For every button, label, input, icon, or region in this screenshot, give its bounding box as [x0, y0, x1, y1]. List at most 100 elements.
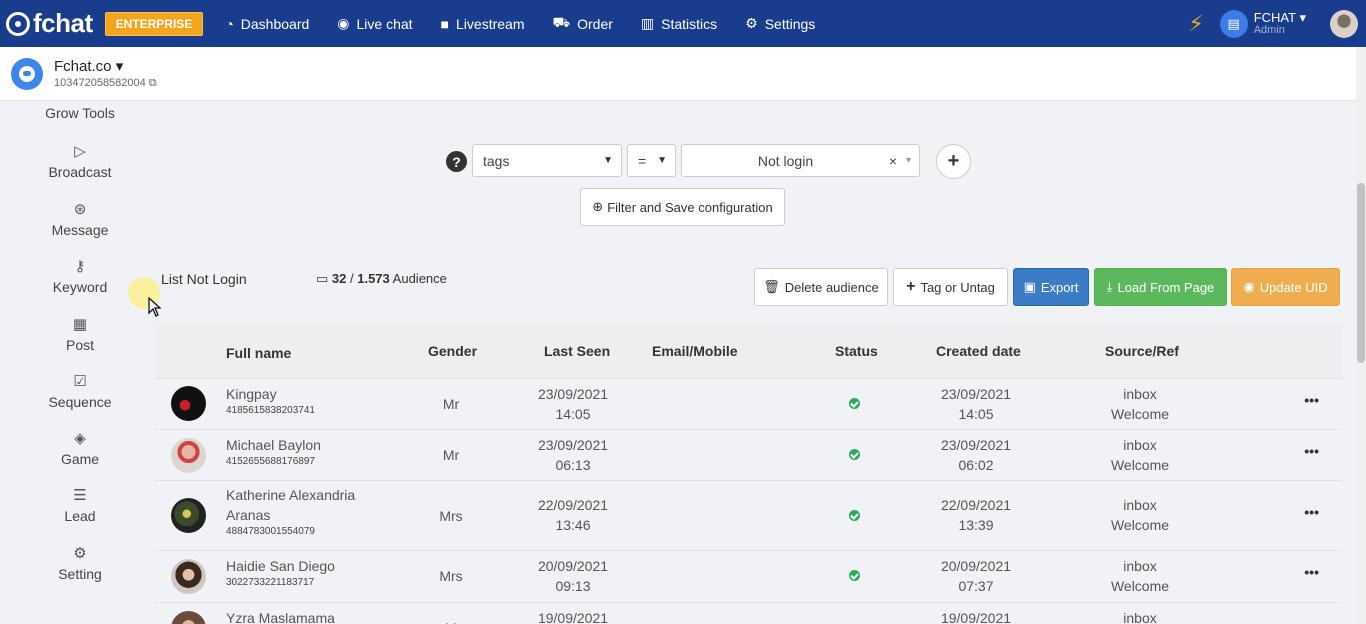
help-icon[interactable]: ? [446, 151, 467, 172]
window-icon: ▭ [316, 271, 329, 286]
col-source[interactable]: Source/Ref [1105, 343, 1179, 359]
fchat-logo[interactable]: fchat [6, 8, 93, 39]
nav-order[interactable]: ⛟ Order [552, 14, 612, 33]
contact-name[interactable]: Yzra Maslamama [226, 610, 335, 624]
list-title: List Not Login [161, 271, 247, 287]
filter-save-button[interactable]: ⊕ Filter and Save configuration [580, 188, 785, 226]
filter-operator-select[interactable]: = ▼ [627, 144, 676, 177]
status-ok-icon [845, 445, 863, 465]
clear-icon[interactable]: × [889, 153, 897, 169]
enterprise-badge: ENTERPRISE [104, 11, 204, 36]
user-store-icon[interactable]: ▤ [1219, 9, 1248, 38]
chat-icon: ◉ [337, 15, 350, 31]
contact-name[interactable]: Haidie San Diego [226, 558, 335, 574]
contact-name[interactable]: Michael Baylon [226, 437, 321, 453]
tag-untag-button[interactable]: + Tag or Untag [893, 268, 1008, 306]
page-id: 103472058582004 ⧉ [54, 76, 157, 89]
sidebar-item-message[interactable]: ⊛ Message [0, 200, 160, 238]
video-icon: ■ [440, 15, 450, 32]
contact-name[interactable]: Katherine Alexandria [226, 485, 355, 505]
copy-icon[interactable]: ⧉ [149, 77, 157, 89]
nav-statistics[interactable]: ▥ Statistics [641, 14, 717, 33]
key-icon: ⚷ [74, 258, 86, 275]
col-fullname[interactable]: Full name [226, 345, 291, 361]
list-icon: ☰ [73, 487, 87, 504]
table-row[interactable]: Yzra Maslamama M 19/09/2021 19/09/2021 i… [155, 602, 1342, 624]
plus-icon: + [906, 278, 916, 295]
last-seen: 23/09/2021 06:13 [537, 437, 609, 473]
created-date: 23/09/2021 06:02 [940, 437, 1012, 473]
scrollbar-thumb[interactable] [1357, 183, 1365, 363]
sidebar-item-lead[interactable]: ☰ Lead [0, 486, 160, 524]
user-avatar[interactable] [1330, 9, 1358, 38]
col-created[interactable]: Created date [936, 343, 1021, 359]
contact-name-cont: Aranas [226, 507, 271, 523]
play-icon: ▷ [74, 143, 86, 160]
table-row[interactable]: Kingpay 4185615838203741 Mr 23/09/2021 14:… [155, 378, 1342, 429]
col-lastseen[interactable]: Last Seen [544, 343, 610, 359]
user-circle-icon: ◉ [1243, 279, 1255, 294]
download-icon: ⤓ [1106, 279, 1113, 294]
row-menu-icon[interactable]: ••• [1304, 443, 1319, 459]
table-header: Full name Gender Last Seen Email/Mobile … [155, 323, 1342, 378]
row-menu-icon[interactable]: ••• [1304, 504, 1319, 520]
sidebar-item-post[interactable]: ▦ Post [0, 315, 160, 353]
filter-field-select[interactable]: tags ▼ [472, 144, 622, 177]
scrollbar[interactable] [1356, 47, 1366, 624]
contact-id: 4152655688176897 [226, 456, 315, 467]
col-email[interactable]: Email/Mobile [652, 343, 738, 359]
load-from-page-button[interactable]: ⤓ Load From Page [1094, 268, 1227, 306]
sidebar-item-broadcast[interactable]: ▷ Broadcast [0, 142, 160, 180]
created-date: 23/09/2021 14:05 [940, 386, 1012, 422]
add-filter-button[interactable]: + [936, 144, 971, 179]
contact-gender: Mrs [439, 508, 463, 524]
gear-icon: ⚙ [745, 15, 758, 31]
nav-settings[interactable]: ⚙ Settings [745, 14, 815, 33]
last-seen: 22/09/2021 13:46 [537, 497, 609, 533]
created-date: 22/09/2021 13:39 [940, 497, 1012, 533]
nav-dashboard[interactable]: ◔ Dashboard [225, 14, 309, 33]
page-header: Fchat.co ▾ 103472058582004 ⧉ [0, 47, 1356, 101]
chevron-down-icon: ▼ [657, 155, 667, 166]
status-ok-icon [845, 394, 863, 414]
top-nav: fchat ENTERPRISE ◔ Dashboard ◉ Live chat ■… [0, 0, 1366, 47]
contact-id: 3022733221183717 [226, 577, 315, 588]
export-button[interactable]: ▣ Export [1013, 268, 1089, 306]
sidebar-item-setting[interactable]: ⚙ Setting [0, 544, 160, 582]
user-menu[interactable]: FCHAT ▾ Admin [1254, 11, 1306, 37]
last-seen: 20/09/2021 09:13 [537, 558, 609, 594]
contact-id: 4185615838203741 [226, 405, 315, 416]
notification-muted-icon[interactable]: ⚡ [1188, 11, 1203, 37]
contact-gender: M [431, 618, 471, 624]
filter-value-select[interactable]: Not login × ▾ [681, 144, 920, 177]
chevron-down-icon: ▼ [603, 155, 613, 166]
delete-audience-button[interactable]: 🗑 Delete audience [754, 268, 888, 306]
logo-text: fchat [33, 8, 93, 38]
avatar [171, 559, 206, 594]
gear-icon: ⚙ [73, 545, 87, 562]
col-gender[interactable]: Gender [428, 343, 477, 359]
status-ok-icon [845, 506, 863, 526]
row-menu-icon[interactable]: ••• [1304, 564, 1319, 580]
sidebar-item-grow-tools[interactable]: Grow Tools [0, 105, 160, 121]
user-role: Admin [1253, 23, 1285, 36]
col-status[interactable]: Status [835, 343, 878, 359]
table-row[interactable]: Haidie San Diego 3022733221183717 Mrs 20/… [155, 550, 1342, 602]
row-menu-icon[interactable]: ••• [1304, 392, 1319, 408]
sidebar-item-sequence[interactable]: ☑ Sequence [0, 372, 160, 410]
page-selector[interactable]: Fchat.co ▾ [54, 58, 157, 76]
nav-live-chat[interactable]: ◉ Live chat [337, 14, 412, 33]
mouse-cursor-icon [148, 297, 162, 317]
contact-gender: Mr [442, 447, 460, 463]
bar-chart-icon: ▥ [640, 15, 655, 31]
contact-name[interactable]: Kingpay [226, 386, 277, 402]
source-ref: inbox Welcome [1110, 558, 1170, 594]
nav-livestream[interactable]: ■ Livestream [441, 14, 525, 33]
table-row[interactable]: Michael Baylon 4152655688176897 Mr 23/09/… [155, 429, 1342, 480]
created-date: 20/09/2021 07:37 [940, 558, 1012, 594]
source-ref: inbox Welcome [1110, 386, 1170, 422]
source-ref: inbox [1123, 610, 1157, 624]
table-row[interactable]: Katherine Alexandria Aranas 48847830015540… [155, 480, 1342, 550]
sidebar-item-game[interactable]: ◈ Game [0, 429, 160, 467]
update-uid-button[interactable]: ◉ Update UID [1231, 268, 1340, 306]
